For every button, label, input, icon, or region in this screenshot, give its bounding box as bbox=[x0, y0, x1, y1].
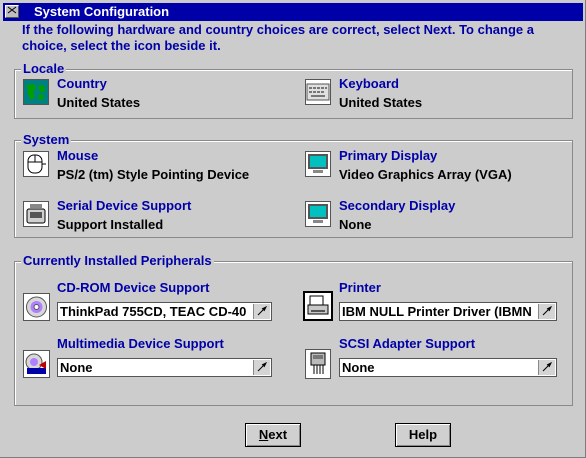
window-title: System Configuration bbox=[34, 4, 170, 19]
scsi-select-value: None bbox=[342, 360, 375, 375]
cdrom-dropdown-button[interactable] bbox=[253, 304, 270, 319]
system-configuration-window: System Configuration If the following ha… bbox=[0, 0, 586, 458]
system-menu-icon bbox=[7, 6, 17, 14]
dropdown-icon bbox=[257, 362, 268, 372]
multimedia-icon[interactable] bbox=[23, 350, 50, 378]
country-label: Country bbox=[57, 76, 107, 91]
keyboard-value: United States bbox=[339, 95, 423, 110]
next-button[interactable]: Next bbox=[245, 423, 301, 447]
cdrom-select-value: ThinkPad 755CD, TEAC CD-40 bbox=[60, 304, 247, 319]
multimedia-select[interactable]: None bbox=[57, 358, 272, 377]
multimedia-label: Multimedia Device Support bbox=[57, 336, 224, 351]
scsi-label: SCSI Adapter Support bbox=[339, 336, 476, 351]
mouse-icon[interactable] bbox=[23, 151, 49, 177]
multimedia-dropdown-button[interactable] bbox=[253, 360, 270, 375]
secondary-display-label: Secondary Display bbox=[339, 198, 456, 213]
multimedia-select-value: None bbox=[60, 360, 93, 375]
secondary-display-icon[interactable] bbox=[305, 201, 331, 227]
help-button-label: Help bbox=[408, 427, 438, 442]
country-value: United States bbox=[57, 95, 141, 110]
system-menu-button[interactable] bbox=[5, 5, 19, 18]
printer-dropdown-button[interactable] bbox=[538, 304, 555, 319]
intro-text: If the following hardware and country ch… bbox=[22, 22, 534, 53]
printer-select[interactable]: IBM NULL Printer Driver (IBMN bbox=[339, 302, 557, 321]
next-button-label: ext bbox=[268, 427, 288, 442]
scsi-select[interactable]: None bbox=[339, 358, 557, 377]
serial-device-label: Serial Device Support bbox=[57, 198, 192, 213]
serial-device-icon[interactable] bbox=[23, 201, 49, 227]
scsi-icon[interactable] bbox=[305, 349, 331, 379]
help-button[interactable]: Help bbox=[395, 423, 451, 447]
cdrom-label: CD-ROM Device Support bbox=[57, 280, 210, 295]
title-bar: System Configuration bbox=[3, 3, 583, 21]
printer-icon[interactable] bbox=[303, 291, 333, 321]
primary-display-label: Primary Display bbox=[339, 148, 438, 163]
next-button-mnemonic: N bbox=[258, 427, 269, 442]
mouse-value: PS/2 (tm) Style Pointing Device bbox=[57, 167, 250, 182]
printer-label: Printer bbox=[339, 280, 381, 295]
dropdown-icon bbox=[257, 306, 268, 316]
dropdown-icon bbox=[542, 362, 553, 372]
cdrom-icon[interactable] bbox=[23, 293, 50, 321]
peripherals-group-label: Currently Installed Peripherals bbox=[21, 253, 214, 269]
printer-select-value: IBM NULL Printer Driver (IBMN bbox=[342, 304, 532, 319]
keyboard-label: Keyboard bbox=[339, 76, 399, 91]
primary-display-value: Video Graphics Array (VGA) bbox=[339, 167, 512, 182]
mouse-label: Mouse bbox=[57, 148, 99, 163]
globe-icon[interactable] bbox=[23, 79, 49, 105]
scsi-dropdown-button[interactable] bbox=[538, 360, 555, 375]
keyboard-icon[interactable] bbox=[305, 79, 331, 105]
secondary-display-value: None bbox=[339, 217, 372, 232]
dropdown-icon bbox=[542, 306, 553, 316]
locale-group-label: Locale bbox=[21, 61, 67, 77]
system-group-label: System bbox=[21, 132, 72, 148]
cdrom-select[interactable]: ThinkPad 755CD, TEAC CD-40 bbox=[57, 302, 272, 321]
primary-display-icon[interactable] bbox=[305, 151, 331, 177]
serial-device-value: Support Installed bbox=[57, 217, 164, 232]
